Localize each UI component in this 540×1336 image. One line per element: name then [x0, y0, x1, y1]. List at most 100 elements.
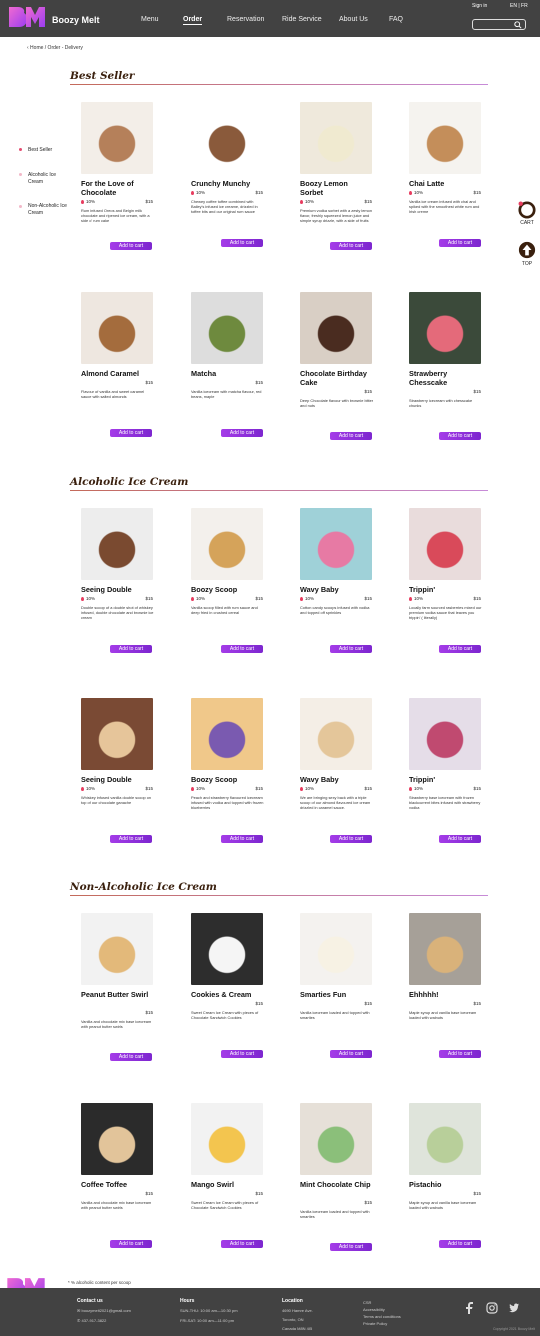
sidebar-item-alcoholic[interactable]: Alcoholic Ice Cream: [28, 172, 58, 185]
footer-link-csr[interactable]: CSR: [363, 1300, 371, 1305]
facebook-icon[interactable]: [464, 1302, 476, 1314]
product-image[interactable]: [300, 102, 372, 174]
product-price: $15: [255, 1191, 263, 1196]
sidebar-item-non-alcoholic[interactable]: Non-Alcoholic Ice Cream: [28, 203, 68, 216]
add-to-cart-button[interactable]: Add to cart: [330, 432, 372, 440]
footer-link-privacy[interactable]: Private Policy: [363, 1321, 387, 1326]
add-to-cart-button[interactable]: Add to cart: [330, 835, 372, 843]
add-to-cart-button[interactable]: Add to cart: [439, 1050, 481, 1058]
alcohol-content: 10%: [300, 199, 314, 204]
product-name: Trippin': [409, 775, 436, 784]
product-image[interactable]: [81, 102, 153, 174]
add-to-cart-button[interactable]: Add to cart: [439, 645, 481, 653]
add-to-cart-button[interactable]: Add to cart: [221, 429, 263, 437]
product-image[interactable]: [191, 698, 263, 770]
product-image[interactable]: [409, 698, 481, 770]
instagram-icon[interactable]: [486, 1302, 498, 1314]
product-image[interactable]: [300, 913, 372, 985]
sidebar-item-best-seller[interactable]: Best Seller: [28, 147, 52, 154]
twitter-icon[interactable]: [508, 1302, 520, 1314]
add-to-cart-button[interactable]: Add to cart: [221, 1050, 263, 1058]
add-to-cart-button[interactable]: Add to cart: [221, 645, 263, 653]
product-price: $15: [364, 1200, 372, 1205]
product-price: $15: [255, 596, 263, 601]
product-image[interactable]: [191, 102, 263, 174]
product-image[interactable]: [81, 1103, 153, 1175]
product-card: Crunchy Munchy 10% $15 Chewey coffee toffee…: [191, 102, 265, 282]
add-to-cart-button[interactable]: Add to cart: [110, 835, 152, 843]
add-to-cart-button[interactable]: Add to cart: [221, 239, 263, 247]
search-input[interactable]: [472, 19, 526, 30]
add-to-cart-button[interactable]: Add to cart: [110, 645, 152, 653]
product-name: For the Love of Chocolate: [81, 179, 134, 197]
product-image[interactable]: [409, 913, 481, 985]
add-to-cart-button[interactable]: Add to cart: [110, 1240, 152, 1248]
product-name: Wavy Baby: [300, 775, 339, 784]
product-description: We are bringing sexy back with a triple …: [300, 795, 371, 810]
product-image[interactable]: [81, 913, 153, 985]
footer-link-accessibility[interactable]: Accessibility: [363, 1307, 385, 1312]
product-image[interactable]: [300, 292, 372, 364]
product-card: Boozy Scoop 10% $15 Peach and strawberry fl…: [191, 698, 265, 878]
add-to-cart-button[interactable]: Add to cart: [110, 429, 152, 437]
add-to-cart-button[interactable]: Add to cart: [221, 835, 263, 843]
nav-ride-service[interactable]: Ride Service: [282, 16, 322, 23]
alcohol-percent: 10%: [86, 199, 96, 204]
alcohol-drop-icon: [300, 199, 303, 204]
product-image[interactable]: [191, 292, 263, 364]
product-price: $15: [255, 1001, 263, 1006]
section-divider: [70, 84, 488, 85]
alcohol-drop-icon: [300, 786, 303, 791]
add-to-cart-button[interactable]: Add to cart: [110, 242, 152, 250]
product-image[interactable]: [81, 292, 153, 364]
hours-weekday: SUN-THU: 10:00 am—10:30 pm: [180, 1308, 238, 1313]
product-image[interactable]: [300, 508, 372, 580]
product-image[interactable]: [81, 508, 153, 580]
add-to-cart-button[interactable]: Add to cart: [330, 1050, 372, 1058]
add-to-cart-button[interactable]: Add to cart: [110, 1053, 152, 1061]
alcohol-drop-icon: [191, 786, 194, 791]
boozy-melt-logo[interactable]: [8, 5, 46, 32]
nav-order[interactable]: Order: [183, 16, 203, 25]
product-price: $15: [473, 190, 481, 195]
product-image[interactable]: [191, 1103, 263, 1175]
cart-icon: [518, 201, 536, 219]
product-image[interactable]: [300, 1103, 372, 1175]
add-to-cart-button[interactable]: Add to cart: [439, 835, 481, 843]
breadcrumb[interactable]: ‹ Home / Order - Delivery: [27, 45, 83, 51]
nav-reservation[interactable]: Reservation: [227, 16, 264, 23]
product-image[interactable]: [409, 508, 481, 580]
add-to-cart-button[interactable]: Add to cart: [439, 239, 481, 247]
section-title-alcoholic: Alcoholic Ice Cream: [70, 476, 189, 488]
nav-menu[interactable]: Menu: [141, 16, 159, 23]
sign-in-link[interactable]: Sign in: [472, 3, 487, 9]
footer-link-terms[interactable]: Terms and conditions: [363, 1314, 401, 1319]
language-switch[interactable]: EN | FR: [510, 3, 528, 9]
hours-weekend: FRI-SAT: 10:00 am—11:00 pm: [180, 1318, 235, 1323]
product-image[interactable]: [191, 913, 263, 985]
add-to-cart-button[interactable]: Add to cart: [330, 645, 372, 653]
nav-faq[interactable]: FAQ: [389, 16, 403, 23]
product-card: Trippin' 10% $15 Locally farm sourced rasbe…: [409, 508, 483, 688]
product-image[interactable]: [191, 508, 263, 580]
footer-phone[interactable]: ✆ 437-917-3822: [77, 1318, 106, 1323]
product-image[interactable]: [409, 102, 481, 174]
add-to-cart-button[interactable]: Add to cart: [330, 1243, 372, 1251]
cart-button[interactable]: CART: [517, 201, 537, 226]
product-image[interactable]: [409, 292, 481, 364]
add-to-cart-button[interactable]: Add to cart: [221, 1240, 263, 1248]
product-name: Chocolate Birthday Cake: [300, 369, 367, 387]
nav-about-us[interactable]: About Us: [339, 16, 368, 23]
add-to-cart-button[interactable]: Add to cart: [330, 242, 372, 250]
add-to-cart-button[interactable]: Add to cart: [439, 1240, 481, 1248]
section-divider: [70, 895, 488, 896]
product-image[interactable]: [300, 698, 372, 770]
back-to-top-button[interactable]: TOP: [517, 241, 537, 267]
product-name: Pistachio: [409, 1180, 442, 1189]
add-to-cart-button[interactable]: Add to cart: [439, 432, 481, 440]
product-image[interactable]: [409, 1103, 481, 1175]
contact-title: Contact us: [77, 1298, 103, 1304]
product-image[interactable]: [81, 698, 153, 770]
footer-email[interactable]: ✉ boozymelt2021@gmail.com: [77, 1308, 131, 1313]
product-price: $15: [364, 596, 372, 601]
